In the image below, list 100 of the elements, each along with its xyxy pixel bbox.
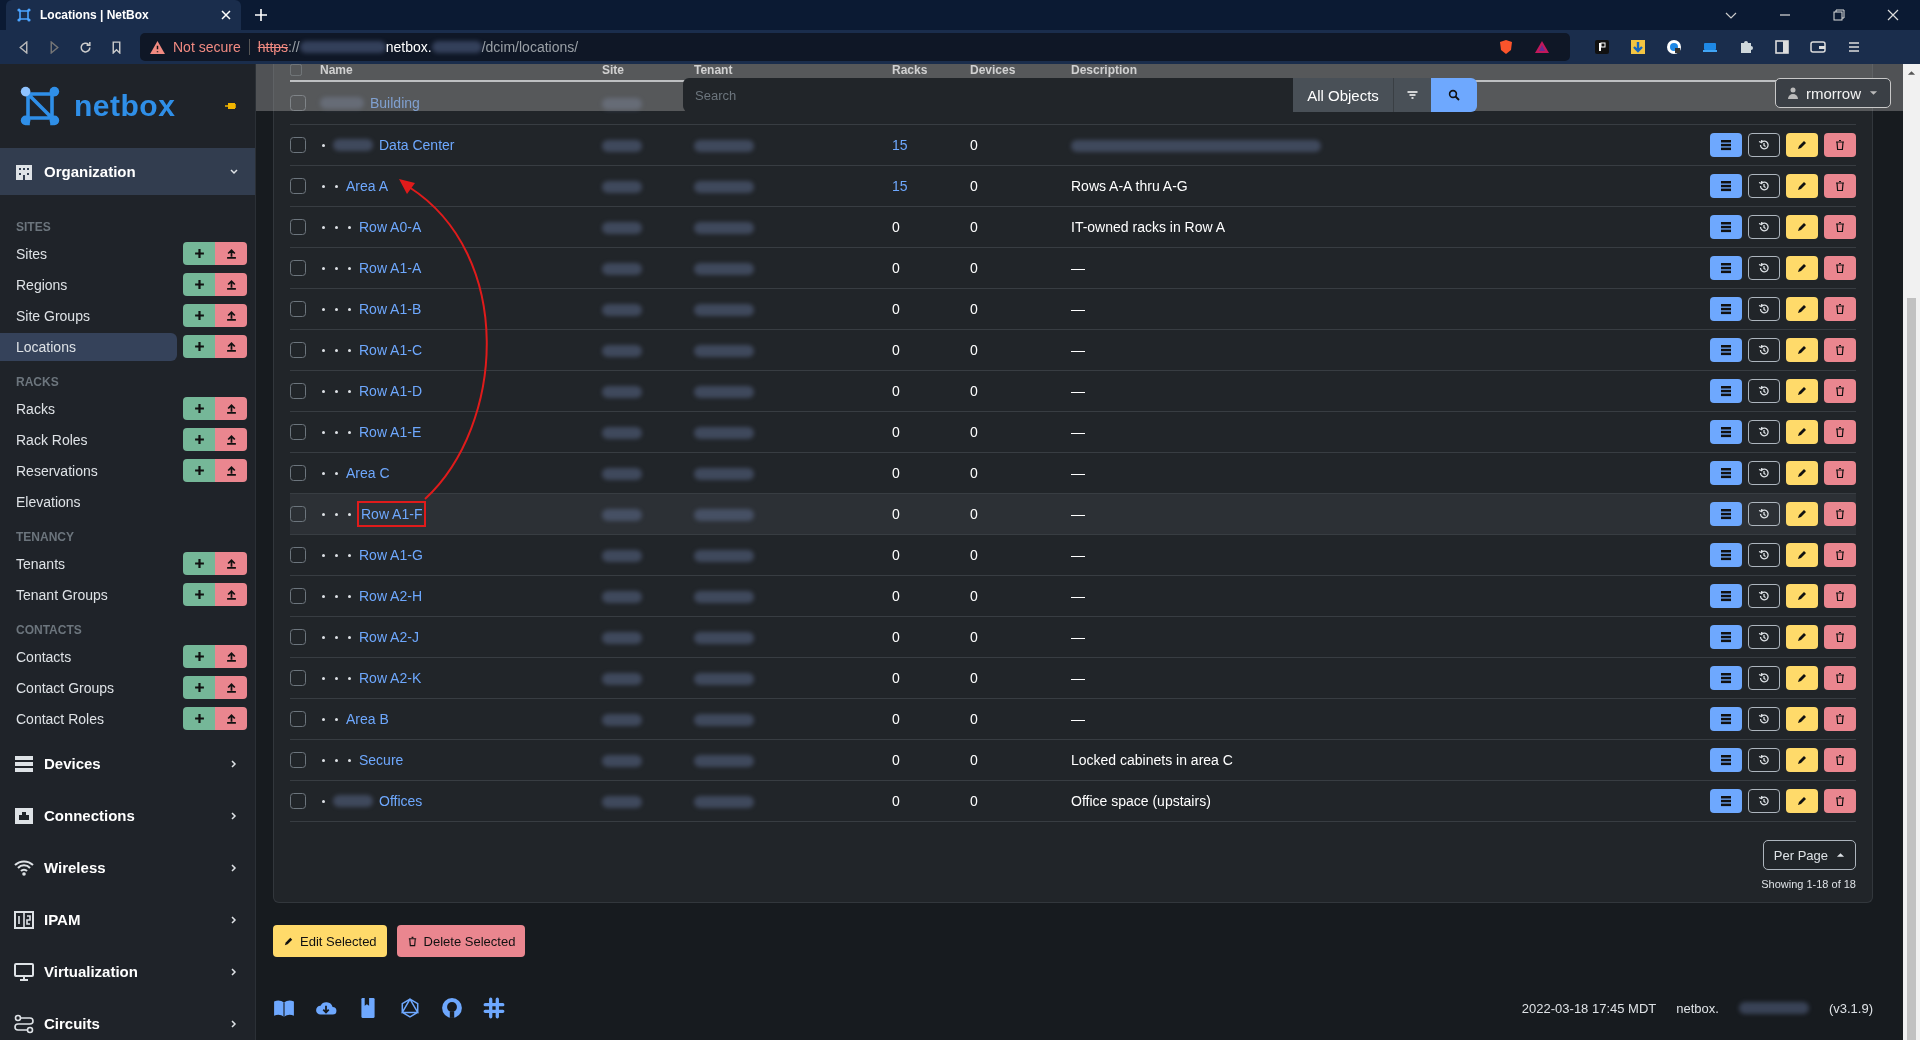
delete-button[interactable] (1824, 502, 1856, 526)
menu-header[interactable]: Wireless (0, 844, 255, 891)
history-button[interactable] (1748, 338, 1780, 362)
bookmark-icon[interactable] (110, 40, 123, 54)
location-link[interactable]: Area B (346, 711, 389, 727)
delete-button[interactable] (1824, 420, 1856, 444)
location-link[interactable]: Area A (346, 178, 389, 194)
add-button[interactable] (183, 304, 215, 327)
history-button[interactable] (1748, 215, 1780, 239)
checkbox[interactable] (290, 629, 306, 645)
list-button[interactable] (1710, 338, 1742, 362)
location-link[interactable]: Row A2-J (359, 629, 419, 645)
history-button[interactable] (1748, 297, 1780, 321)
checkbox[interactable] (290, 64, 302, 76)
puzzle-icon[interactable] (1738, 39, 1754, 55)
list-button[interactable] (1710, 420, 1742, 444)
import-button[interactable] (215, 459, 247, 482)
history-button[interactable] (1748, 461, 1780, 485)
location-link[interactable]: Row A1-D (359, 383, 423, 399)
hash-logo-icon[interactable] (483, 997, 505, 1019)
delete-selected-button[interactable]: Delete Selected (396, 925, 526, 957)
sidebar-item[interactable]: Locations (0, 332, 177, 361)
add-button[interactable] (183, 273, 215, 296)
location-link[interactable]: Secure (359, 752, 404, 768)
edit-button[interactable] (1786, 174, 1818, 198)
list-button[interactable] (1710, 133, 1742, 157)
sidebar-item[interactable]: Reservations (0, 456, 177, 485)
location-link[interactable]: Data Center (379, 137, 455, 153)
column-header[interactable]: Name (320, 64, 602, 76)
history-button[interactable] (1748, 502, 1780, 526)
checkbox[interactable] (290, 506, 306, 522)
location-link[interactable]: Offices (379, 793, 423, 809)
menu-header[interactable]: IPAM (0, 896, 255, 943)
user-menu-button[interactable]: rmorrow (1775, 78, 1891, 108)
restore-icon[interactable] (1833, 9, 1845, 21)
triangle-icon[interactable] (1534, 39, 1550, 55)
edit-button[interactable] (1786, 584, 1818, 608)
delete-button[interactable] (1824, 584, 1856, 608)
import-button[interactable] (215, 707, 247, 730)
delete-button[interactable] (1824, 338, 1856, 362)
location-link[interactable]: Row A0-A (359, 219, 422, 235)
scrollbar[interactable] (1903, 64, 1920, 1040)
location-link[interactable]: Row A1-E (359, 424, 422, 440)
square-icon[interactable] (1594, 39, 1610, 55)
checkbox[interactable] (290, 383, 306, 399)
checkbox[interactable] (290, 301, 306, 317)
import-button[interactable] (215, 583, 247, 606)
history-button[interactable] (1748, 789, 1780, 813)
list-button[interactable] (1710, 256, 1742, 280)
forward-icon[interactable] (48, 40, 61, 54)
search-field[interactable]: Search (683, 78, 1293, 112)
delete-button[interactable] (1824, 543, 1856, 567)
sidebar-item[interactable]: Sites (0, 239, 177, 268)
sidebar-item[interactable]: Contacts (0, 642, 177, 671)
logo-text[interactable]: netbox (74, 89, 176, 123)
hexagon-graph-icon[interactable] (399, 997, 421, 1019)
browser-tab[interactable]: Locations | NetBox (6, 0, 241, 30)
edit-button[interactable] (1786, 707, 1818, 731)
checkbox[interactable] (290, 465, 306, 481)
add-button[interactable] (183, 242, 215, 265)
checkbox[interactable] (290, 793, 306, 809)
back-icon[interactable] (17, 40, 30, 54)
sidebar-item[interactable]: Racks (0, 394, 177, 423)
menu-icon[interactable] (1846, 39, 1862, 55)
import-button[interactable] (215, 676, 247, 699)
checkbox[interactable] (290, 178, 306, 194)
delete-button[interactable] (1824, 174, 1856, 198)
location-link[interactable]: Row A2-K (359, 670, 422, 686)
edit-button[interactable] (1786, 379, 1818, 403)
list-button[interactable] (1710, 215, 1742, 239)
edit-button[interactable] (1786, 297, 1818, 321)
add-button[interactable] (183, 459, 215, 482)
delete-button[interactable] (1824, 379, 1856, 403)
checkbox[interactable] (290, 670, 306, 686)
import-button[interactable] (215, 242, 247, 265)
menu-header[interactable]: Virtualization (0, 948, 255, 995)
delete-button[interactable] (1824, 215, 1856, 239)
location-link[interactable]: Row A1-B (359, 301, 422, 317)
menu-header[interactable]: Devices (0, 740, 255, 787)
import-button[interactable] (215, 335, 247, 358)
checkbox[interactable] (290, 547, 306, 563)
list-button[interactable] (1710, 174, 1742, 198)
edit-button[interactable] (1786, 625, 1818, 649)
column-header[interactable]: Tenant (694, 64, 892, 76)
edit-button[interactable] (1786, 133, 1818, 157)
list-button[interactable] (1710, 748, 1742, 772)
edit-button[interactable] (1786, 789, 1818, 813)
delete-button[interactable] (1824, 748, 1856, 772)
edit-button[interactable] (1786, 338, 1818, 362)
history-button[interactable] (1748, 625, 1780, 649)
edit-button[interactable] (1786, 256, 1818, 280)
racks-link[interactable]: 15 (892, 137, 908, 153)
list-button[interactable] (1710, 666, 1742, 690)
menu-header[interactable]: Organization (0, 148, 255, 195)
add-button[interactable] (183, 645, 215, 668)
location-link[interactable]: Area C (346, 465, 390, 481)
delete-button[interactable] (1824, 256, 1856, 280)
sidebar-item[interactable]: Contact Groups (0, 673, 177, 702)
edit-button[interactable] (1786, 461, 1818, 485)
checkbox[interactable] (290, 95, 306, 111)
